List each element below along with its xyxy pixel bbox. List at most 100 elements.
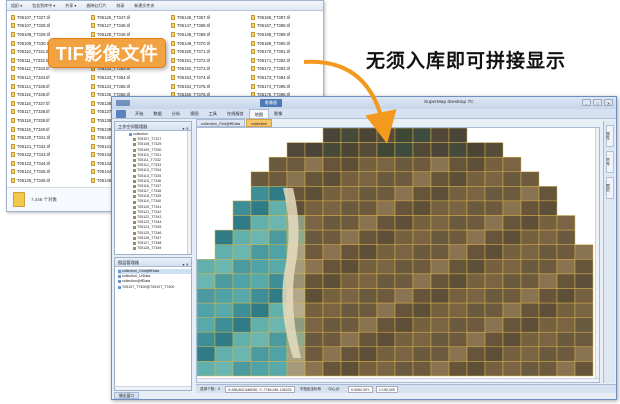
image-tile [340, 215, 360, 231]
toolbar-burn[interactable]: 刻录 [116, 3, 124, 9]
file-item[interactable]: T05150_T7371.tif [171, 47, 245, 56]
file-item[interactable]: T05117_T7338.tif [11, 108, 85, 117]
tif-file-icon [91, 135, 95, 141]
maximize-button[interactable]: □ [593, 99, 602, 106]
file-item[interactable]: T05125_T7346.tif [11, 176, 85, 185]
map-view[interactable] [196, 127, 600, 383]
image-dataset-icon [133, 231, 136, 235]
image-tile [394, 171, 414, 187]
map-vertical-scrollbar[interactable] [595, 128, 599, 382]
file-item[interactable]: T05133_T7354.tif [91, 73, 165, 82]
tab-data[interactable]: 数据 [148, 109, 166, 118]
file-item[interactable]: T05126_T7347.tif [91, 13, 165, 22]
file-item[interactable]: T05169_T7390.tif [251, 39, 325, 48]
image-dataset-icon [133, 247, 136, 251]
image-tile [340, 302, 360, 318]
file-item[interactable]: T05151_T7372.tif [171, 56, 245, 65]
tab-start[interactable]: 开始 [130, 109, 148, 118]
doc-tab-grid[interactable]: collection_Grid@ffData [196, 119, 246, 127]
file-item[interactable]: T05148_T7369.tif [171, 30, 245, 39]
tree-dataset-item[interactable]: T05128_T7349 [129, 246, 191, 251]
file-item[interactable]: T05153_T7374.tif [171, 73, 245, 82]
file-item[interactable]: T05118_T7339.tif [11, 116, 85, 125]
image-tile [412, 229, 432, 245]
file-item[interactable]: T05146_T7367.tif [171, 13, 245, 22]
layer-visible-icon[interactable] [118, 285, 121, 289]
image-tile [484, 229, 504, 245]
doc-tab-collection[interactable]: collection [246, 119, 272, 127]
tif-file-icon [91, 31, 95, 37]
file-item[interactable]: T05116_T7337.tif [11, 99, 85, 108]
layer-visible-icon[interactable] [118, 280, 121, 284]
image-tile [322, 317, 342, 333]
toolbar-include-library[interactable]: 包含到库中 ▾ [32, 3, 55, 9]
file-item[interactable]: T05121_T7342.tif [11, 142, 85, 151]
file-item[interactable]: T05119_T7340.tif [11, 125, 85, 134]
workspace-tree: collection T05107_T7327 T05108_T7329 T05109… [115, 131, 191, 251]
file-item[interactable]: T05134_T7355.tif [91, 82, 165, 91]
file-item[interactable]: T05168_T7389.tif [251, 30, 325, 39]
close-button[interactable]: ✕ [604, 99, 613, 106]
quick-access-toolbar[interactable] [116, 100, 130, 106]
image-tile [340, 229, 360, 245]
image-tile [556, 259, 576, 275]
side-tab-symbols[interactable]: 符号 [605, 151, 614, 173]
file-item[interactable]: T05170_T7391.tif [251, 47, 325, 56]
tab-view[interactable]: 视图 [185, 109, 203, 118]
file-item[interactable]: T05127_T7348.tif [91, 22, 165, 31]
tab-analysis[interactable]: 分析 [167, 109, 185, 118]
banner-text: TIF影像文件 [55, 44, 159, 64]
tab-tools[interactable]: 工具 [204, 109, 222, 118]
image-tile [430, 288, 450, 304]
file-item[interactable]: T05152_T7373.tif [171, 65, 245, 74]
image-tile [430, 186, 450, 202]
minimize-button[interactable]: – [582, 99, 591, 106]
output-window-tab[interactable]: 输出窗口 [114, 392, 140, 399]
image-tile [197, 259, 216, 275]
side-tab-layers[interactable]: 图层 [605, 177, 614, 199]
file-item[interactable]: T05120_T7341.tif [11, 133, 85, 142]
tif-file-icon [11, 169, 15, 175]
app-menu-button[interactable] [116, 109, 126, 118]
tab-map[interactable]: 地图 [248, 109, 270, 118]
image-tile [484, 317, 504, 333]
tab-online[interactable]: 在线服务 [222, 109, 249, 118]
map-horizontal-scrollbar[interactable] [197, 378, 599, 382]
tab-image[interactable]: 影像 [269, 109, 287, 118]
image-tile [304, 273, 324, 289]
image-tile [358, 200, 378, 216]
file-item[interactable]: T05122_T7343.tif [11, 151, 85, 160]
image-tile [376, 215, 396, 231]
layer-visible-icon[interactable] [118, 275, 121, 279]
toolbar-slideshow[interactable]: 放映幻灯片 [86, 3, 106, 9]
file-item[interactable]: T05149_T7370.tif [171, 39, 245, 48]
file-item[interactable]: T05107_T7328.tif [11, 22, 85, 31]
image-tile [340, 200, 360, 216]
side-tab-properties[interactable]: 属性 [605, 125, 614, 147]
file-item[interactable]: T05124_T7345.tif [11, 168, 85, 177]
file-name: T05150_T7371.tif [177, 49, 210, 55]
file-item[interactable]: T05154_T7375.tif [171, 82, 245, 91]
toolbar-organize[interactable]: 组织 ▾ [11, 3, 22, 9]
layer-visible-icon[interactable] [118, 270, 121, 274]
file-item[interactable]: T05113_T7334.tif [11, 73, 85, 82]
layer-item[interactable]: T05107_T7400@T05107_T7400 [118, 285, 191, 290]
layer-scrollbar[interactable] [115, 386, 191, 390]
workspace-scrollbar[interactable] [187, 131, 191, 254]
file-item[interactable]: T05107_T7327.tif [11, 13, 85, 22]
file-item[interactable]: T05167_T7388.tif [251, 22, 325, 31]
image-tile [394, 215, 414, 231]
file-item[interactable]: T05166_T7387.tif [251, 13, 325, 22]
file-name: T05173_T7394.tif [257, 74, 290, 80]
file-item[interactable]: T05115_T7336.tif [11, 90, 85, 99]
file-item[interactable]: T05123_T7344.tif [11, 159, 85, 168]
image-tile [556, 331, 576, 348]
toolbar-share[interactable]: 共享 ▾ [65, 3, 76, 9]
scale-value[interactable]: 1:190,000 [375, 385, 398, 393]
center-value[interactable]: X:9262,00Y, [347, 385, 373, 393]
file-item[interactable]: T05147_T7368.tif [171, 22, 245, 31]
file-item[interactable]: T05114_T7335.tif [11, 82, 85, 91]
panel-pin-icon[interactable]: ▾ ✕ [183, 260, 189, 269]
toolbar-new-folder[interactable]: 新建文件夹 [134, 3, 154, 9]
tif-file-icon [91, 14, 95, 20]
